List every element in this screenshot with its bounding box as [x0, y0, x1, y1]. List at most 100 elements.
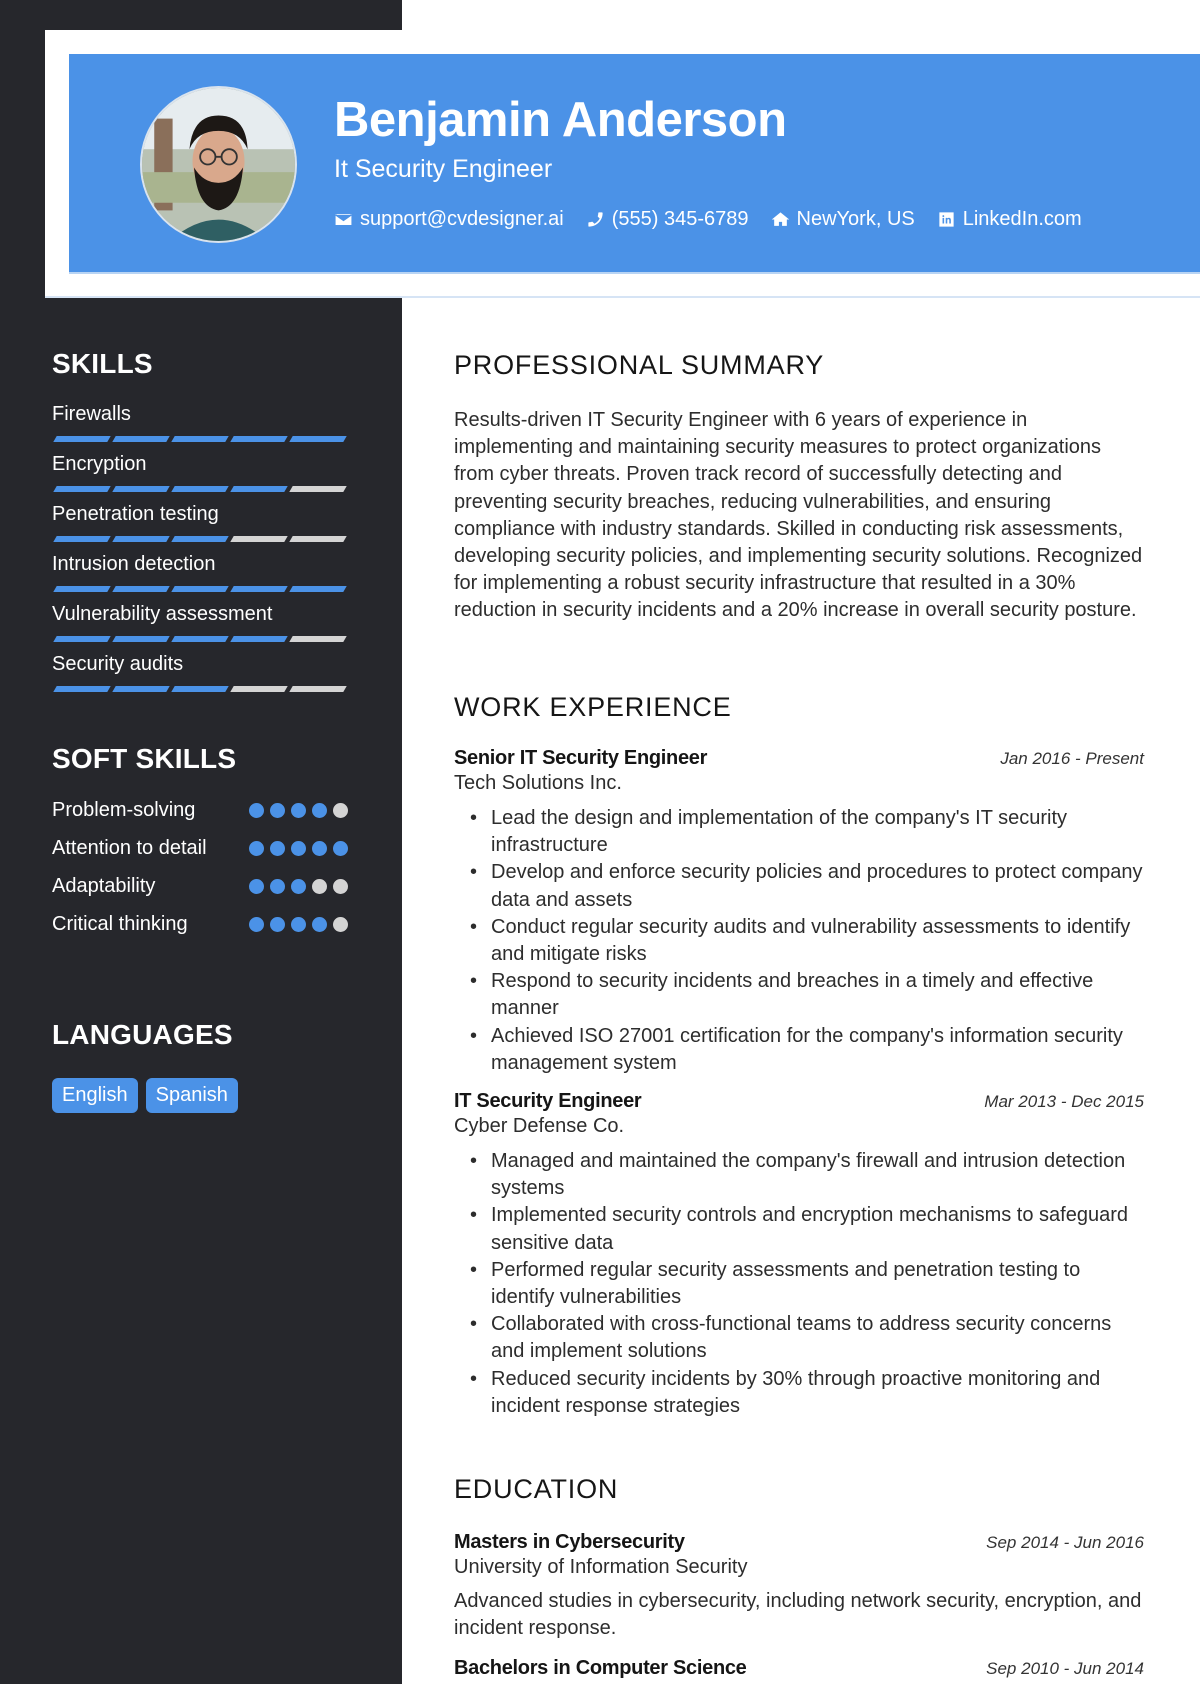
skill-segment-filled [171, 586, 229, 592]
phone-icon [588, 212, 603, 227]
job-bullet: Conduct regular security audits and vuln… [454, 914, 1144, 968]
rating-dot-filled [291, 879, 306, 894]
rating-dot-filled [291, 803, 306, 818]
soft-skill-label: Adaptability [52, 875, 156, 897]
rating-dot-filled [249, 917, 264, 932]
candidate-title: It Security Engineer [334, 155, 553, 183]
profile-photo [140, 86, 297, 243]
skill-segment-filled [112, 686, 170, 692]
skill-level-bar [52, 636, 352, 642]
skill-segment-empty [230, 686, 288, 692]
envelope-icon [335, 213, 352, 226]
languages-heading: LANGUAGES [52, 1019, 233, 1050]
job-date: Mar 2013 - Dec 2015 [984, 1092, 1144, 1112]
skill-label: Vulnerability assessment [52, 603, 273, 625]
job-bullets: Lead the design and implementation of th… [454, 805, 1144, 1077]
rating-dot-filled [249, 879, 264, 894]
rating-dot-empty [333, 917, 348, 932]
job-bullet: Lead the design and implementation of th… [454, 805, 1144, 859]
skill-level-bar [52, 536, 352, 542]
contact-email-text: support@cvdesigner.ai [360, 208, 564, 230]
soft-skill-item: Critical thinking [52, 911, 348, 938]
contact-linkedin[interactable]: LinkedIn.com [937, 208, 1082, 231]
soft-skill-rating [249, 917, 348, 932]
education-heading: EDUCATION [454, 1474, 619, 1504]
rating-dot-filled [312, 803, 327, 818]
experience-section: WORK EXPERIENCE Senior IT Security Engin… [454, 692, 1144, 1420]
job-bullet: Achieved ISO 27001 certification for the… [454, 1023, 1144, 1077]
jobs-list: Senior IT Security Engineer Jan 2016 - Pr… [454, 747, 1144, 1420]
rating-dot-filled [291, 841, 306, 856]
job-entry: Senior IT Security Engineer Jan 2016 - Pr… [454, 747, 1144, 1077]
skill-label: Firewalls [52, 403, 131, 425]
linkedin-icon [939, 212, 954, 227]
education-degree: Bachelors in Computer Science [454, 1657, 747, 1680]
education-description: Advanced studies in cybersecurity, inclu… [454, 1590, 1142, 1640]
job-title: Senior IT Security Engineer [454, 747, 708, 769]
soft-skills-list: Problem-solving Attention to detail Adapta… [52, 797, 348, 938]
skill-segment-filled [53, 586, 111, 592]
education-header: Masters in Cybersecurity Sep 2014 - Jun 2… [454, 1531, 1144, 1554]
soft-skill-item: Problem-solving [52, 797, 348, 824]
summary-section: PROFESSIONAL SUMMARY Results-driven IT S… [454, 350, 1144, 625]
contact-phone-text: (555) 345-6789 [611, 208, 749, 230]
skill-level-bar [52, 436, 352, 442]
rating-dot-filled [270, 841, 285, 856]
skill-level-bar [52, 486, 352, 492]
job-bullet: Managed and maintained the company's fir… [454, 1148, 1144, 1202]
soft-skills-section: SOFT SKILLS Problem-solving Attention to … [52, 743, 348, 949]
job-date: Jan 2016 - Present [1000, 749, 1144, 768]
education-degree: Masters in Cybersecurity [454, 1531, 685, 1553]
job-company: Tech Solutions Inc. [454, 772, 622, 794]
education-entry: Bachelors in Computer Science Sep 2010 - … [454, 1657, 1144, 1680]
skill-segment-filled [230, 486, 288, 492]
rating-dot-empty [333, 879, 348, 894]
soft-skill-item: Attention to detail [52, 835, 348, 862]
skills-list: Firewalls Encryption Penetration testing In… [52, 402, 352, 692]
skill-item: Encryption [52, 452, 352, 492]
job-entry: IT Security Engineer Mar 2013 - Dec 2015 C… [454, 1090, 1144, 1420]
skill-level-bar [52, 686, 352, 692]
languages-list: English Spanish [52, 1078, 352, 1113]
skill-segment-filled [289, 436, 347, 442]
job-header: IT Security Engineer Mar 2013 - Dec 2015 [454, 1090, 1144, 1113]
skill-segment-filled [171, 636, 229, 642]
soft-skill-rating [249, 879, 348, 894]
skill-label: Intrusion detection [52, 553, 216, 575]
soft-skill-rating [249, 841, 348, 856]
languages-section: LANGUAGES English Spanish [52, 1019, 352, 1113]
skill-segment-filled [112, 486, 170, 492]
summary-heading: PROFESSIONAL SUMMARY [454, 350, 825, 380]
skill-segment-empty [289, 636, 347, 642]
rating-dot-filled [249, 841, 264, 856]
rating-dot-filled [291, 917, 306, 932]
skill-segment-filled [53, 536, 111, 542]
contact-location: NewYork, US [771, 208, 915, 231]
job-bullet: Collaborated with cross-functional teams… [454, 1311, 1144, 1365]
education-header: Bachelors in Computer Science Sep 2010 - … [454, 1657, 1144, 1680]
contact-email[interactable]: support@cvdesigner.ai [334, 208, 564, 231]
job-bullet: Performed regular security assessments a… [454, 1257, 1144, 1311]
rating-dot-filled [312, 841, 327, 856]
soft-skill-label: Critical thinking [52, 913, 188, 935]
home-icon [771, 212, 789, 226]
contact-phone[interactable]: (555) 345-6789 [586, 208, 749, 231]
education-date: Sep 2014 - Jun 2016 [986, 1533, 1144, 1552]
rating-dot-filled [270, 879, 285, 894]
skill-segment-filled [171, 486, 229, 492]
skill-segment-filled [230, 586, 288, 592]
skill-segment-filled [230, 636, 288, 642]
skill-item: Penetration testing [52, 502, 352, 542]
education-entry: Masters in Cybersecurity Sep 2014 - Jun 2… [454, 1531, 1144, 1642]
skill-item: Intrusion detection [52, 552, 352, 592]
language-badge: English [52, 1078, 138, 1113]
skill-level-bar [52, 586, 352, 592]
contact-linkedin-text: LinkedIn.com [962, 208, 1082, 230]
skill-item: Vulnerability assessment [52, 602, 352, 642]
soft-skill-label: Attention to detail [52, 837, 207, 859]
job-title: IT Security Engineer [454, 1090, 642, 1113]
skill-segment-filled [53, 436, 111, 442]
soft-skills-heading: SOFT SKILLS [52, 743, 237, 774]
skill-segment-empty [289, 486, 347, 492]
skill-item: Security audits [52, 652, 352, 692]
